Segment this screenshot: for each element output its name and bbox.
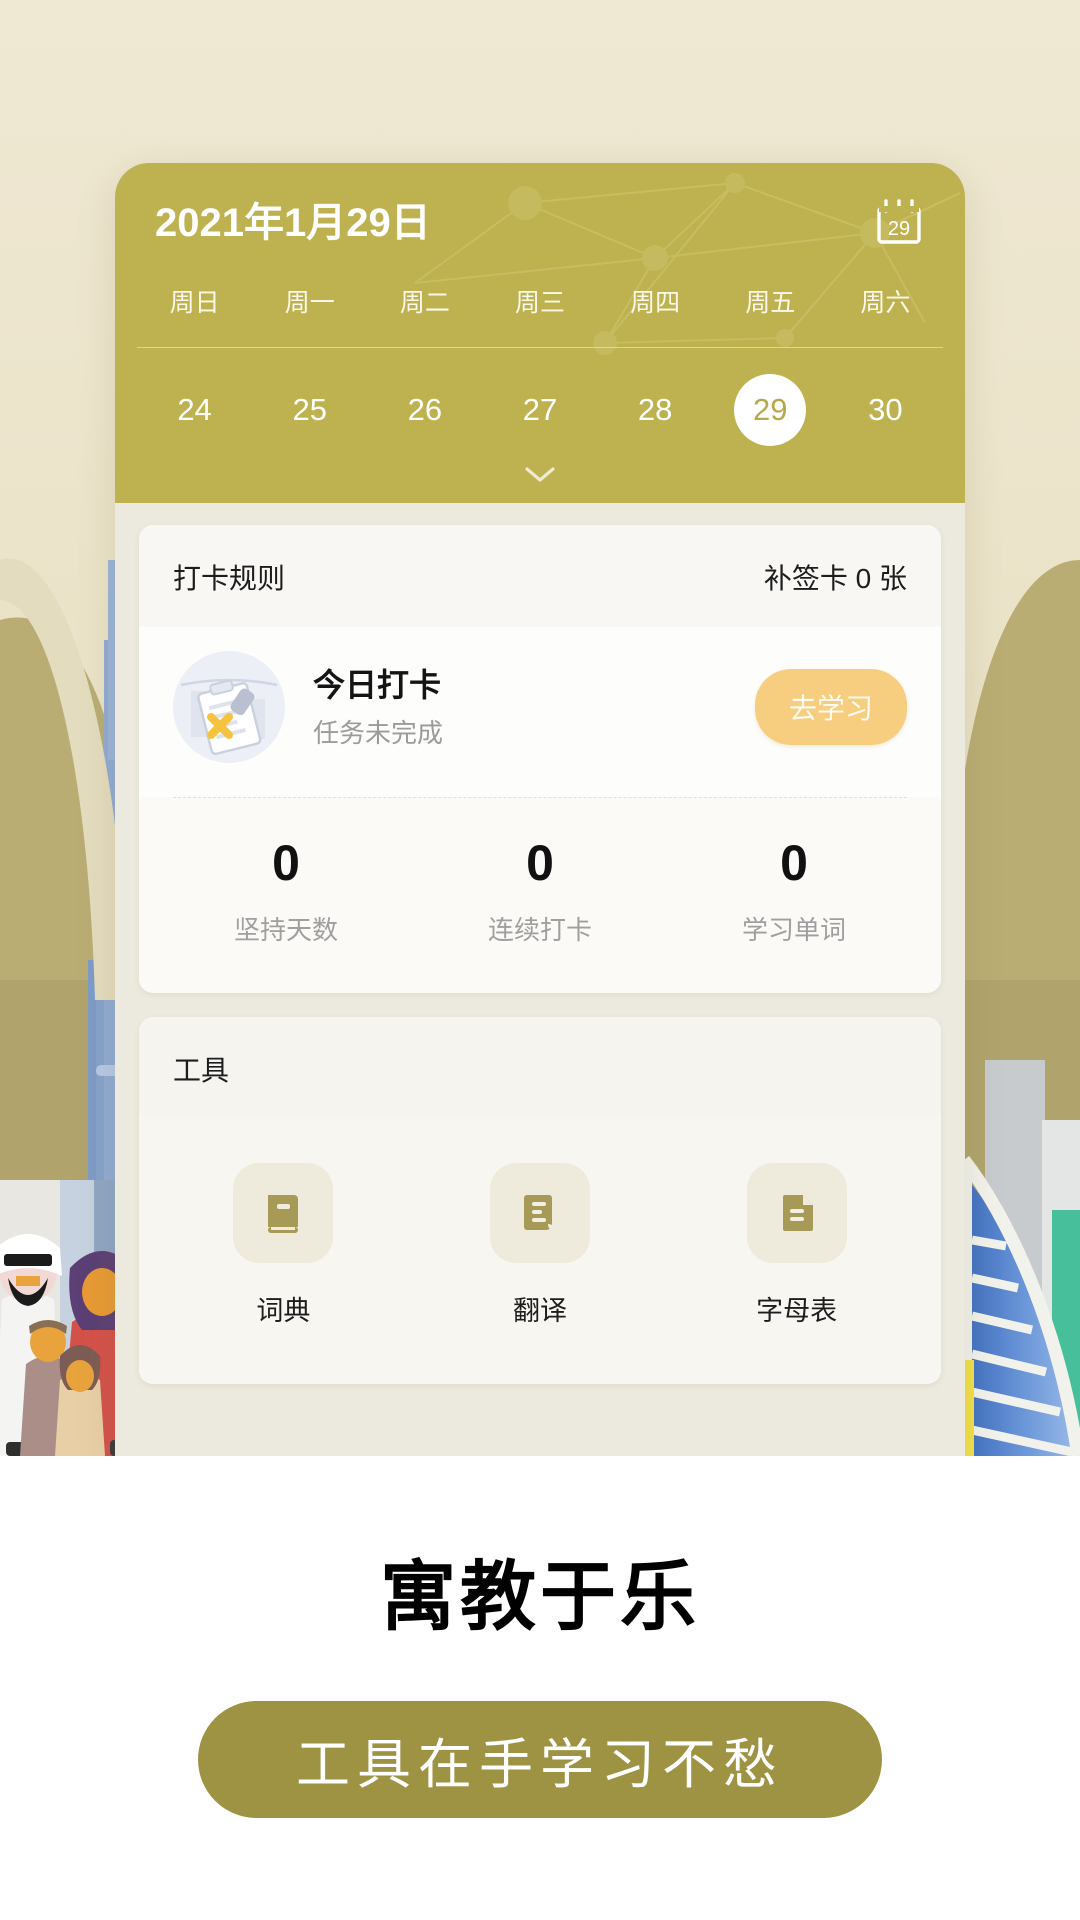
book-icon xyxy=(233,1163,334,1263)
chevron-down-icon xyxy=(525,467,555,482)
weekday-cell: 周一 xyxy=(284,289,335,317)
stats-row: 0 坚持天数 0 连续打卡 0 学习单词 xyxy=(139,798,941,993)
document-icon xyxy=(746,1163,847,1263)
date-number: 27 xyxy=(522,392,558,427)
date-number: 30 xyxy=(868,392,903,427)
svg-text:29: 29 xyxy=(888,218,910,240)
stat-value: 0 xyxy=(526,835,554,891)
screen-content: 打卡规则 补签卡 0 张 今日打卡 任务未完成 去学习 0 坚持天数 0 连续打… xyxy=(115,503,965,1456)
go-study-button[interactable]: 去学习 xyxy=(754,669,907,745)
stat-label: 连续打卡 xyxy=(487,915,592,945)
tools-grid: 词典 翻译 字母表 xyxy=(139,1117,941,1384)
clipboard-task-icon xyxy=(173,651,285,763)
stat-label: 坚持天数 xyxy=(233,915,338,945)
promo-pill-button[interactable]: 工具在手学习不愁 xyxy=(198,1701,882,1818)
tool-item-alphabet[interactable]: 字母表 xyxy=(668,1163,925,1328)
promo-caption-area: 寓教于乐 工具在手学习不愁 xyxy=(0,1456,1080,1920)
date-cell-29-selected[interactable]: 29 xyxy=(713,374,828,446)
date-cell-26[interactable]: 26 xyxy=(367,374,482,446)
tool-label: 字母表 xyxy=(756,1296,838,1326)
calendar-divider xyxy=(137,347,943,348)
date-number-selected: 29 xyxy=(734,374,807,446)
calendar-29-icon[interactable]: 29 xyxy=(873,197,925,249)
weekday-row: 周日 周一 周二 周三 周四 周五 周六 xyxy=(115,283,965,319)
date-row: 24 25 26 27 28 29 30 xyxy=(115,374,965,446)
tool-item-translate[interactable]: 翻译 xyxy=(412,1163,669,1328)
checkin-card: 打卡规则 补签卡 0 张 今日打卡 任务未完成 去学习 0 坚持天数 0 连续打… xyxy=(139,525,941,993)
makeup-card-count[interactable]: 补签卡 0 张 xyxy=(764,557,907,597)
tools-card-title: 工具 xyxy=(139,1017,941,1117)
expand-calendar-button[interactable] xyxy=(115,464,965,489)
stat-label: 学习单词 xyxy=(741,915,846,945)
date-number: 26 xyxy=(407,392,443,427)
tool-item-dictionary[interactable]: 词典 xyxy=(155,1163,412,1328)
tool-label: 翻译 xyxy=(513,1296,567,1326)
weekday-cell: 周四 xyxy=(630,289,681,317)
tools-card: 工具 词典 翻译 字母表 xyxy=(139,1017,941,1384)
calendar-header: 2021年1月29日 29 周日 周一 周二 周三 周四 周五 周六 24 25 xyxy=(115,163,965,503)
promo-headline: 寓教于乐 xyxy=(380,1555,700,1640)
today-checkin-texts: 今日打卡 任务未完成 xyxy=(313,665,755,750)
stat-consecutive-checkins: 0 连续打卡 xyxy=(413,838,667,947)
weekday-cell: 周五 xyxy=(745,289,796,317)
checkin-card-header: 打卡规则 补签卡 0 张 xyxy=(139,525,941,627)
weekday-cell: 周日 xyxy=(169,289,220,317)
today-checkin-title: 今日打卡 xyxy=(313,666,442,703)
date-cell-28[interactable]: 28 xyxy=(598,374,713,446)
date-number: 25 xyxy=(292,392,327,427)
weekday-cell: 周二 xyxy=(399,289,450,317)
phone-screen-card: 2021年1月29日 29 周日 周一 周二 周三 周四 周五 周六 24 25 xyxy=(115,163,965,1456)
date-cell-30[interactable]: 30 xyxy=(828,374,943,446)
today-checkin-subtitle: 任务未完成 xyxy=(313,717,444,748)
checkin-rules-link[interactable]: 打卡规则 xyxy=(173,557,285,597)
stat-value: 0 xyxy=(272,835,300,891)
date-cell-25[interactable]: 25 xyxy=(252,374,367,446)
page-title: 2021年1月29日 xyxy=(155,201,431,245)
stat-value: 0 xyxy=(780,835,808,891)
stat-days-persisted: 0 坚持天数 xyxy=(159,838,413,947)
date-number: 24 xyxy=(177,392,212,427)
weekday-cell: 周六 xyxy=(860,289,911,317)
translate-doc-icon xyxy=(490,1163,590,1263)
stat-words-learned: 0 学习单词 xyxy=(667,838,921,947)
weekday-cell: 周三 xyxy=(514,289,565,317)
date-cell-27[interactable]: 27 xyxy=(482,374,597,446)
date-cell-24[interactable]: 24 xyxy=(137,374,252,446)
tool-label: 词典 xyxy=(256,1296,311,1326)
date-number: 28 xyxy=(637,392,673,427)
today-checkin-row: 今日打卡 任务未完成 去学习 xyxy=(139,627,941,797)
